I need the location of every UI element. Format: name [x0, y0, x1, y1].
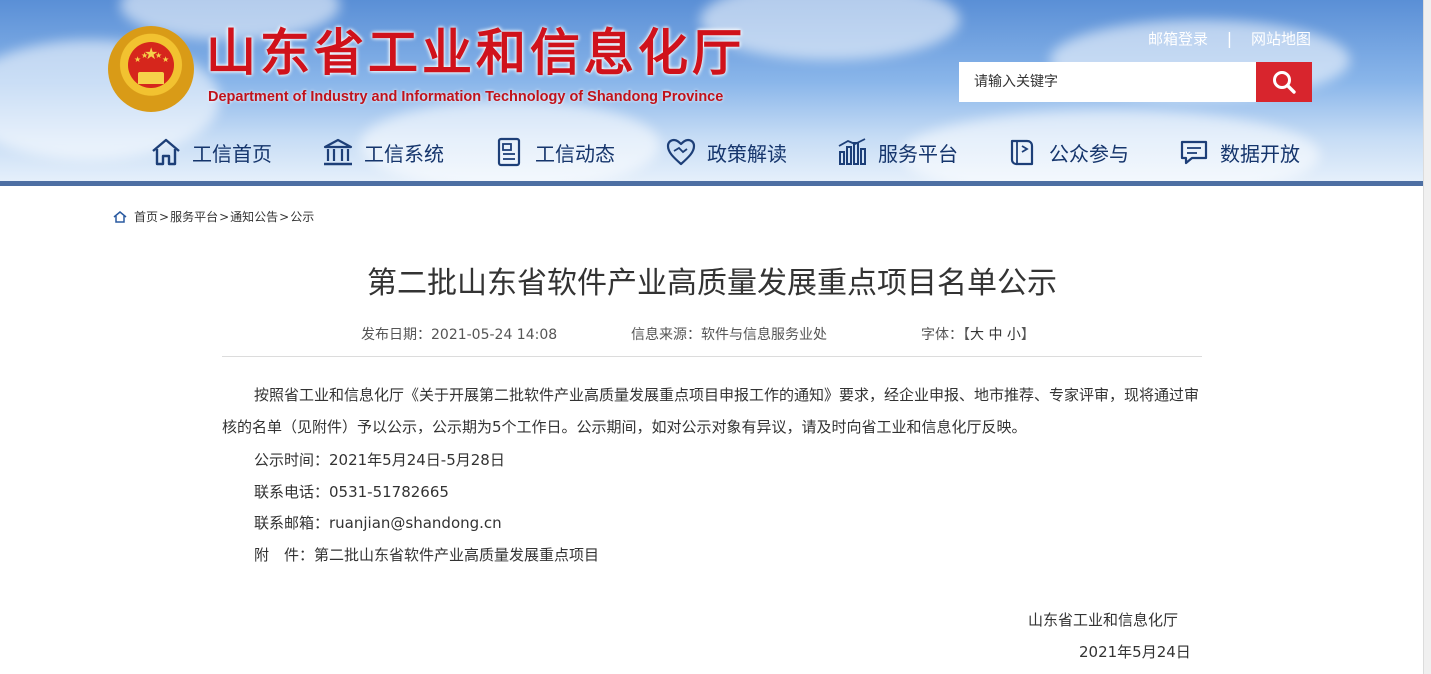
breadcrumb-notices[interactable]: 通知公告	[230, 208, 278, 225]
nav-label: 工信首页	[192, 141, 272, 166]
breadcrumb-publicity[interactable]: 公示	[290, 208, 314, 225]
main-nav: 工信首页 工信系统 工信动态 政策解读 服务平台 公众参与 数据开放	[150, 132, 1310, 172]
chat-icon	[1180, 140, 1208, 165]
contact-phone: 联系电话：0531-51782665	[254, 483, 449, 501]
publish-date-value: 2021-05-24 14:08	[431, 327, 558, 343]
search-input[interactable]	[959, 62, 1256, 102]
article-divider	[222, 356, 1202, 357]
nav-label: 数据开放	[1220, 141, 1300, 166]
publish-date-label: 发布日期：	[361, 327, 431, 343]
breadcrumb-separator: >	[159, 209, 170, 224]
nav-label: 工信动态	[535, 141, 615, 166]
breadcrumb: 首页 > 服务平台 > 通知公告 > 公示	[113, 208, 314, 225]
site-map-link[interactable]: 网站地图	[1251, 28, 1311, 49]
breadcrumb-separator: >	[279, 209, 290, 224]
site-header: ★ ★ ★ ★ ★ 山东省工业和信息化厅 Department of Indus…	[0, 0, 1423, 183]
nav-label: 政策解读	[707, 141, 787, 166]
star-icon: ★	[162, 55, 170, 64]
info-source-label: 信息来源：	[631, 327, 701, 343]
font-size-medium[interactable]: 中	[988, 327, 1002, 343]
signature-date: 2021年5月24日	[1079, 643, 1191, 661]
nav-label: 服务平台	[878, 141, 958, 166]
scrollbar[interactable]	[1423, 0, 1431, 674]
nav-item-news[interactable]: 工信动态	[493, 132, 615, 172]
home-icon	[113, 210, 127, 223]
top-links: 邮箱登录 | 网站地图	[1148, 28, 1311, 49]
home-icon	[152, 138, 180, 166]
book-icon	[1010, 139, 1034, 166]
breadcrumb-separator: >	[219, 209, 230, 224]
star-icon: ★	[141, 51, 149, 60]
building-icon	[323, 138, 353, 166]
document-icon	[497, 137, 521, 167]
contact-email[interactable]: 联系邮箱：ruanjian@shandong.cn	[254, 512, 502, 533]
site-subtitle: Department of Industry and Information T…	[208, 89, 724, 105]
signature-organization: 山东省工业和信息化厅	[1028, 611, 1179, 629]
site-title[interactable]: 山东省工业和信息化厅	[206, 28, 746, 78]
info-source-value: 软件与信息服务业处	[701, 327, 827, 343]
nav-label: 工信系统	[364, 141, 444, 166]
font-size-bracket-open: 【	[963, 327, 970, 343]
nav-item-open-data[interactable]: 数据开放	[1178, 132, 1300, 172]
nav-label: 公众参与	[1049, 141, 1129, 166]
article-body-paragraph: 按照省工业和信息化厅《关于开展第二批软件产业高质量发展重点项目申报工作的通知》要…	[222, 386, 1200, 436]
attachment-link[interactable]: 附 件：第二批山东省软件产业高质量发展重点项目	[254, 544, 599, 565]
article-title: 第二批山东省软件产业高质量发展重点项目名单公示	[367, 266, 1057, 301]
search-icon	[1273, 71, 1296, 94]
nav-item-services[interactable]: 服务平台	[836, 132, 958, 172]
handshake-heart-icon	[666, 138, 696, 166]
info-source: 信息来源：软件与信息服务业处	[631, 324, 827, 344]
font-size-small[interactable]: 小	[1007, 327, 1021, 343]
font-size-bracket-close: 】	[1020, 327, 1035, 343]
bar-chart-icon	[838, 138, 866, 165]
header-divider-band	[0, 181, 1423, 186]
publish-date: 发布日期：2021-05-24 14:08	[361, 324, 557, 344]
breadcrumb-services[interactable]: 服务平台	[170, 208, 218, 225]
nav-item-home[interactable]: 工信首页	[150, 132, 272, 172]
font-size-label: 字体：	[921, 327, 963, 343]
nav-item-system[interactable]: 工信系统	[322, 132, 444, 172]
search-button[interactable]	[1256, 62, 1312, 102]
font-size-control: 字体：【大 中 小】	[921, 324, 1035, 344]
national-emblem-logo[interactable]: ★ ★ ★ ★ ★	[108, 26, 194, 112]
breadcrumb-home[interactable]: 首页	[134, 208, 158, 225]
nav-item-policy[interactable]: 政策解读	[665, 132, 787, 172]
publicity-period: 公示时间：2021年5月24日-5月28日	[254, 451, 505, 469]
top-links-separator: |	[1226, 29, 1233, 48]
tiananmen-gate-icon	[138, 72, 164, 84]
nav-item-participation[interactable]: 公众参与	[1007, 132, 1129, 172]
font-size-large[interactable]: 大	[970, 327, 984, 343]
mail-login-link[interactable]: 邮箱登录	[1148, 28, 1208, 49]
